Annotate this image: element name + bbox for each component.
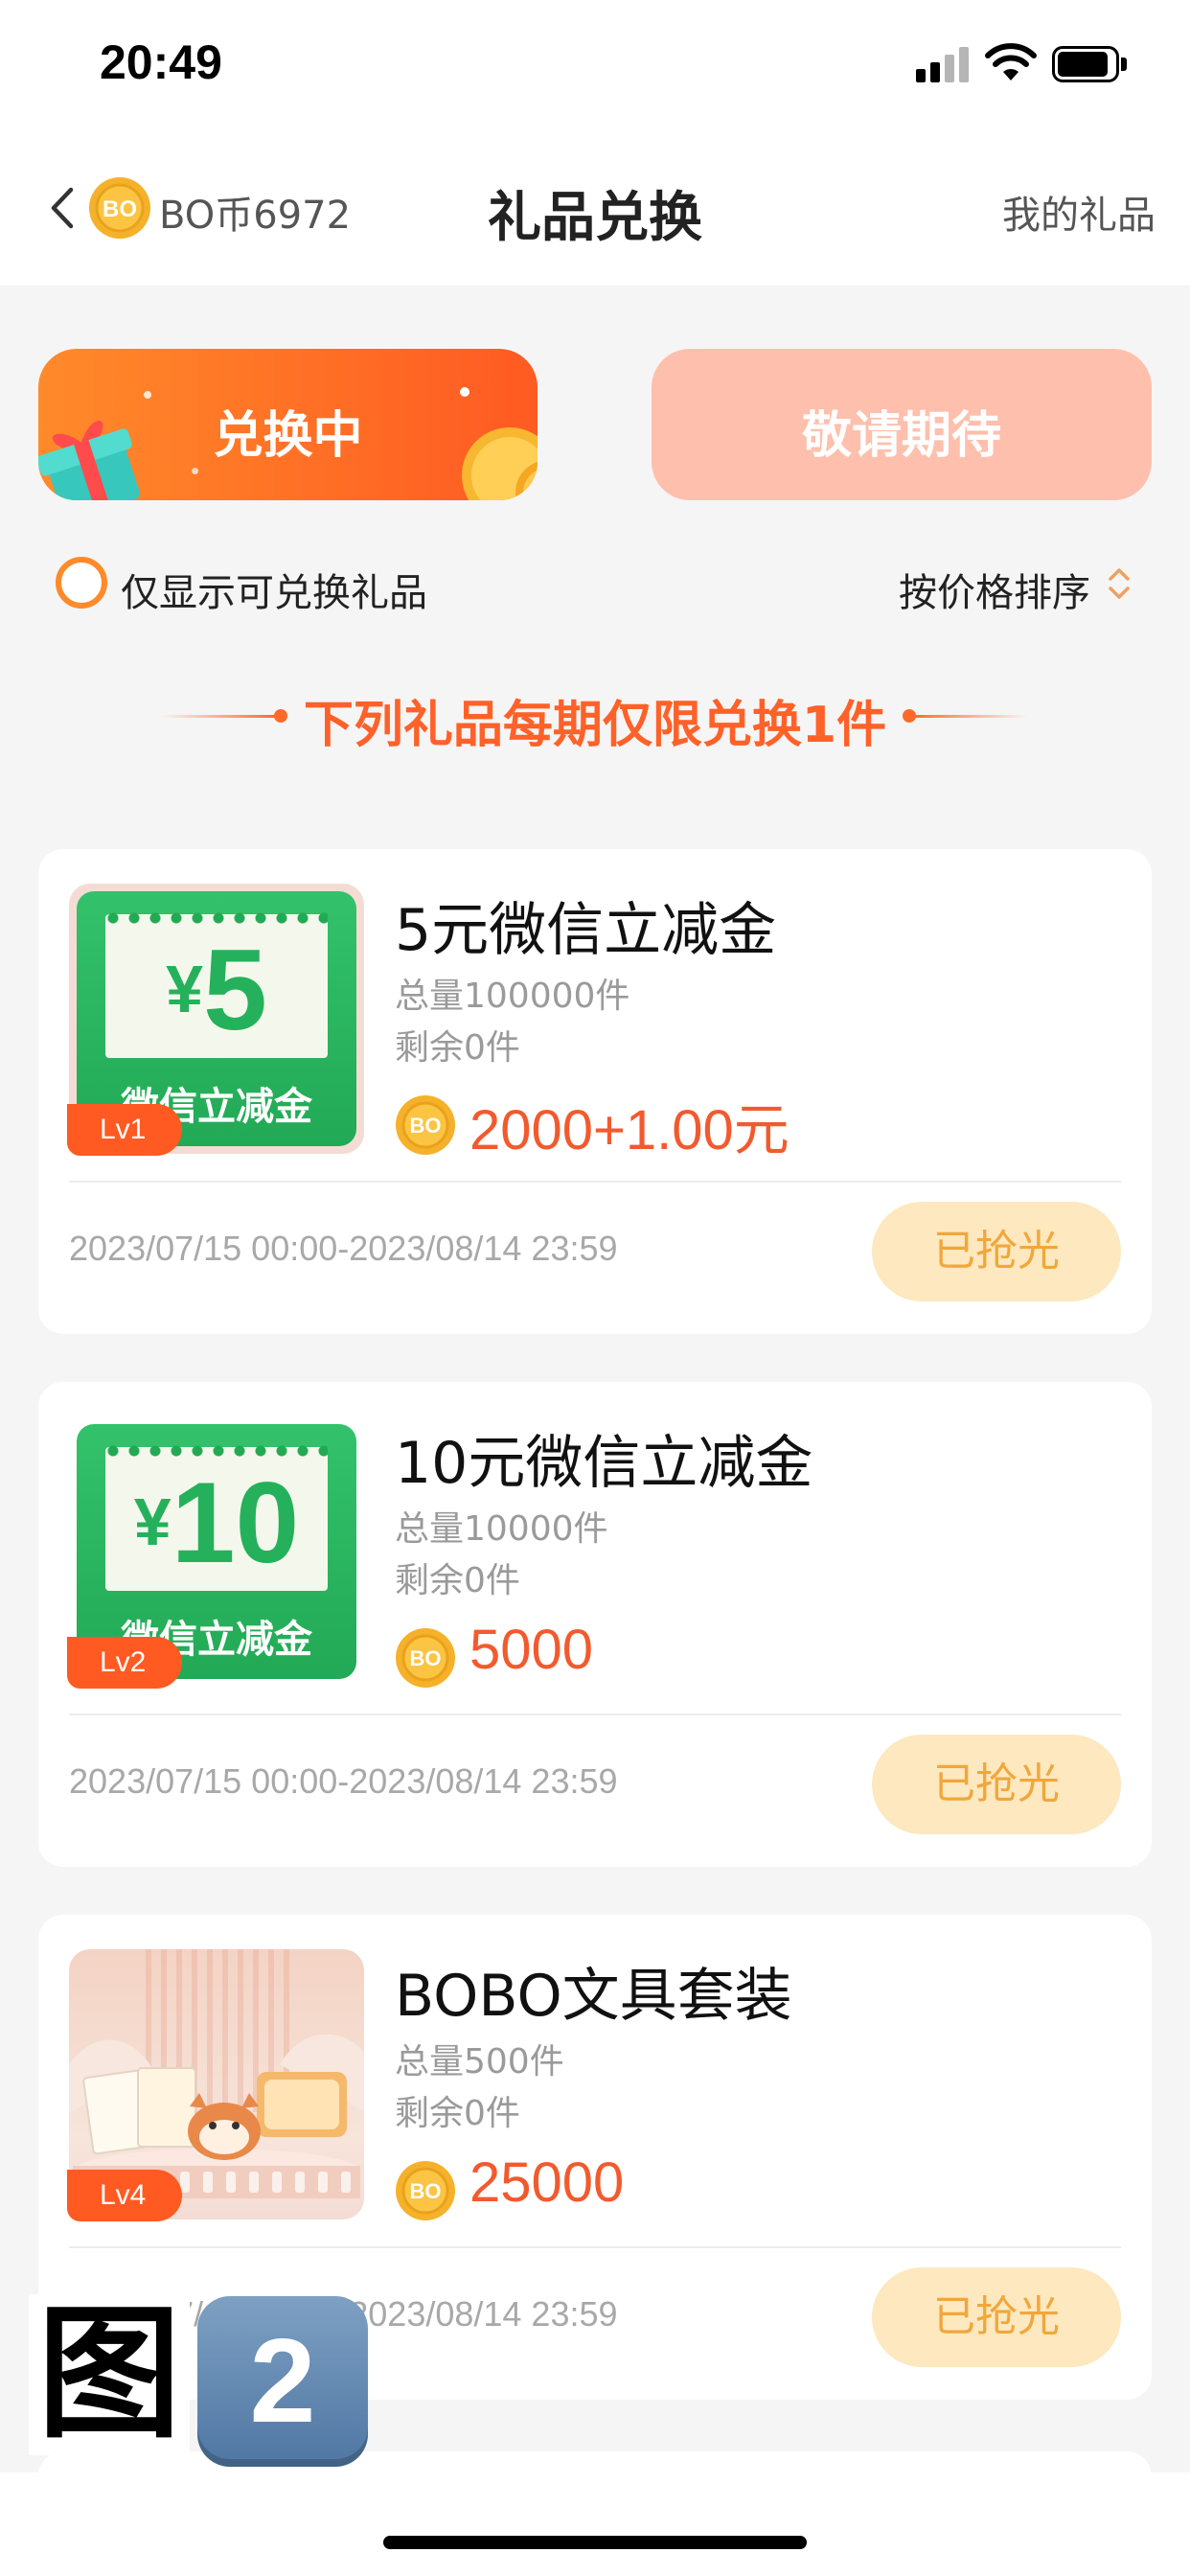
tab-label-redeeming: 兑换中 xyxy=(213,407,363,465)
voucher-yen: ¥ xyxy=(166,952,204,1026)
gift-period: 2023/07/15 00:00-2023/08/14 23:59 xyxy=(69,1761,618,1801)
home-indicator[interactable] xyxy=(383,2536,807,2549)
bo-coin-icon: BO xyxy=(396,1628,455,1688)
gift-name: 5元微信立减金 xyxy=(395,897,777,964)
wifi-icon xyxy=(985,43,1037,80)
gift-card[interactable]: ¥10 微信立减金 Lv2 10元微信立减金 总量10000件 剩余0件 BO … xyxy=(38,1382,1152,1867)
card-divider xyxy=(69,1714,1121,1715)
notice-divider-right xyxy=(912,715,1027,718)
gift-period: 2023/07/15 00:00-2023/08/14 23:59 xyxy=(69,1229,618,1268)
gift-price: 25000 xyxy=(469,2151,625,2214)
card-divider xyxy=(69,2246,1121,2248)
signal-icon xyxy=(916,46,970,82)
status-time: 20:49 xyxy=(100,35,222,89)
gift-price: 2000+1.00元 xyxy=(469,1099,790,1162)
nav-bar: BO BO币6972 礼品兑换 我的礼品 xyxy=(0,134,1190,286)
gift-total: 总量500件 xyxy=(395,2042,564,2082)
sold-out-button[interactable]: 已抢光 xyxy=(872,1202,1121,1301)
exchange-limit-notice: 下列礼品每期仅限兑换1件 xyxy=(303,697,887,754)
gift-remaining: 剩余0件 xyxy=(395,1561,520,1600)
battery-icon xyxy=(1052,46,1127,82)
voucher-amount: 5 xyxy=(203,926,267,1054)
level-badge: Lv2 xyxy=(67,1637,182,1689)
my-gifts-link[interactable]: 我的礼品 xyxy=(1002,184,1156,240)
gift-total: 总量10000件 xyxy=(395,1509,608,1549)
level-badge: Lv1 xyxy=(67,1104,182,1156)
card-divider xyxy=(69,1181,1121,1183)
sort-by-price-button[interactable]: 按价格排序 xyxy=(899,562,1090,617)
tab-redeeming[interactable]: 兑换中 xyxy=(38,349,538,500)
sold-out-button[interactable]: 已抢光 xyxy=(872,1735,1121,1834)
status-bar: 20:49 xyxy=(0,0,1190,134)
voucher-amount: 10 xyxy=(171,1459,300,1587)
only-redeemable-label[interactable]: 仅显示可兑换礼品 xyxy=(121,562,427,617)
gift-name: 10元微信立减金 xyxy=(395,1430,813,1497)
gift-price: 5000 xyxy=(469,1619,594,1681)
gift-card[interactable]: ¥5 微信立减金 Lv1 5元微信立减金 总量100000件 剩余0件 BO 2… xyxy=(38,849,1152,1334)
voucher-yen: ¥ xyxy=(133,1484,172,1559)
coin-icon-text: BO xyxy=(410,2179,442,2203)
bo-coin-icon: BO xyxy=(396,2161,455,2220)
tab-label-coming-soon: 敬请期待 xyxy=(801,407,1001,465)
coin-icon-text: BO xyxy=(410,1646,442,1670)
gift-remaining: 剩余0件 xyxy=(395,2094,520,2133)
sold-out-button[interactable]: 已抢光 xyxy=(872,2267,1121,2367)
figure-number-badge: 2 xyxy=(197,2296,368,2467)
tab-coming-soon[interactable]: 敬请期待 xyxy=(652,349,1152,500)
gift-name: BOBO文具套装 xyxy=(395,1963,792,2030)
bo-coin-icon: BO xyxy=(396,1095,455,1155)
only-redeemable-radio[interactable] xyxy=(56,557,107,609)
level-badge: Lv4 xyxy=(67,2170,182,2221)
coin-icon-text: BO xyxy=(410,1114,442,1138)
home-area xyxy=(0,2472,1190,2576)
gift-remaining: 剩余0件 xyxy=(395,1028,520,1068)
figure-label: 图 xyxy=(29,2294,190,2455)
gift-total: 总量100000件 xyxy=(395,977,630,1016)
sort-updown-icon[interactable] xyxy=(1104,562,1134,606)
